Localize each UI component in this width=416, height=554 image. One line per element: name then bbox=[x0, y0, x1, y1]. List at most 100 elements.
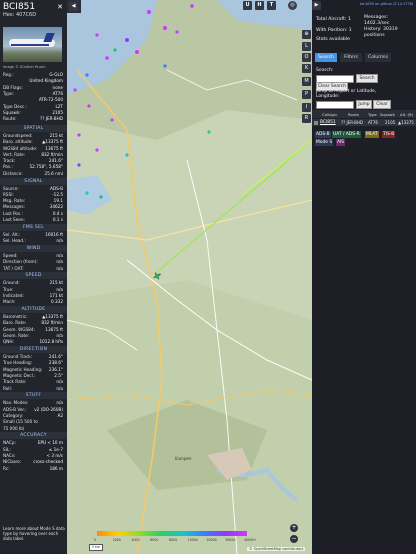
spatial-label: Pos.: bbox=[3, 164, 13, 170]
speed-value: n/a bbox=[56, 286, 63, 292]
row-callsign[interactable]: BCI851 bbox=[320, 119, 336, 126]
col-alt[interactable]: Alt. (ft) bbox=[400, 112, 413, 117]
section-direction[interactable]: DIRECTION bbox=[0, 346, 67, 353]
collapse-panel-button[interactable]: ▶ bbox=[312, 1, 321, 10]
details-label: Type: bbox=[3, 90, 15, 96]
accuracy-label: Rc: bbox=[3, 465, 10, 471]
tab-filters[interactable]: Filters bbox=[340, 53, 362, 62]
zoom-out-button[interactable]: − bbox=[290, 535, 298, 543]
table-row[interactable]: BCI851 ?? JER-BHD AT76 2105 ▲13375 bbox=[312, 119, 416, 126]
tab-search[interactable]: Search bbox=[315, 53, 337, 62]
details-value: United Kingdom bbox=[29, 78, 63, 84]
section-altitude[interactable]: ALTITUDE bbox=[0, 306, 67, 313]
stuff-value: n/a bbox=[56, 400, 63, 406]
signal-row: Msg. Rate: 19.1 bbox=[3, 198, 63, 204]
tab-columns[interactable]: Columns bbox=[365, 53, 391, 62]
details-value: G-GLO bbox=[49, 72, 63, 77]
section-accuracy[interactable]: ACCURACY bbox=[0, 432, 67, 440]
h-button[interactable]: H bbox=[255, 1, 264, 10]
details-row: Type Desc.: L2T bbox=[3, 104, 63, 110]
map-button-i[interactable]: I bbox=[302, 103, 311, 112]
section-speed[interactable]: SPEED bbox=[0, 272, 67, 280]
map-button-k[interactable]: K bbox=[302, 64, 311, 73]
speed-label: Indicated: bbox=[3, 292, 24, 298]
section-fms[interactable]: FMS SEL bbox=[0, 223, 67, 231]
rotate-icon[interactable]: ⊕ bbox=[302, 30, 311, 39]
direction-row: Ground Track: 241.6° bbox=[3, 354, 63, 360]
signal-label: Messages: bbox=[3, 204, 25, 210]
altitude-value: 13675 ft bbox=[45, 326, 63, 332]
details-label: Reg.: bbox=[3, 72, 14, 77]
direction-label: Ground Track: bbox=[3, 354, 33, 359]
photo-credit: Image © Günther Rusch bbox=[3, 65, 46, 69]
details-label: DB Flags: bbox=[3, 84, 23, 90]
jump-label: Jump to Airport or Latitude, Longitude: bbox=[316, 89, 377, 99]
direction-label: Magnetic Heading: bbox=[3, 366, 43, 372]
details-row: United Kingdom bbox=[3, 78, 63, 84]
map-button-r[interactable]: R bbox=[302, 114, 311, 123]
altitude-row: Barometric: ▲13375 ft bbox=[3, 314, 63, 320]
stuff-value: A2 bbox=[57, 412, 63, 418]
accuracy-label: NACv: bbox=[3, 452, 16, 458]
wind-value: n/a bbox=[56, 265, 63, 271]
t-button[interactable]: T bbox=[267, 1, 276, 10]
search-label: Search: bbox=[316, 68, 334, 73]
speed-row: Ground: 215 kt bbox=[3, 280, 63, 286]
search-button[interactable]: Search bbox=[356, 74, 378, 83]
zoom-in-button[interactable]: + bbox=[290, 524, 298, 532]
accuracy-row: SIL: ≤ 1e-7 bbox=[3, 447, 63, 453]
direction-row: Roll: n/a bbox=[3, 386, 63, 392]
jump-button[interactable]: Jump bbox=[356, 100, 372, 109]
section-spatial[interactable]: SPATIAL bbox=[0, 124, 67, 132]
direction-label: Track Rate: bbox=[3, 379, 27, 385]
legend-tick: 4000 bbox=[131, 538, 140, 542]
github-link[interactable]: tar1090 on github (3.14.1776) bbox=[360, 2, 413, 6]
spatial-value: 215 kt bbox=[49, 132, 63, 138]
col-squawk[interactable]: Squawk bbox=[380, 112, 395, 117]
col-type[interactable]: Type bbox=[368, 112, 377, 117]
osm-attribution[interactable]: © OpenStreetMap contributors bbox=[247, 547, 306, 551]
messages-rate: Messages: 1402.3/sec bbox=[364, 15, 390, 26]
signal-label: Last Seen: bbox=[3, 217, 25, 222]
map-button-m[interactable]: M bbox=[302, 77, 311, 86]
direction-value: 236.1° bbox=[48, 366, 63, 372]
spatial-label: Vert. Rate: bbox=[3, 151, 26, 157]
accuracy-value: cross-checked bbox=[33, 459, 63, 465]
details-label: Type Desc.: bbox=[3, 103, 27, 109]
details-value: none bbox=[52, 84, 63, 90]
map-canvas[interactable] bbox=[67, 0, 312, 554]
legend-tick: 6000 bbox=[150, 538, 159, 542]
reset-view-icon[interactable]: ◎ bbox=[288, 1, 297, 10]
section-wind[interactable]: WIND bbox=[0, 244, 67, 252]
section-signal[interactable]: SIGNAL bbox=[0, 177, 67, 185]
col-route[interactable]: Route bbox=[348, 112, 359, 117]
map-button-l[interactable]: L bbox=[302, 42, 311, 51]
clear-jump-button[interactable]: Clear bbox=[373, 100, 391, 109]
col-callsign[interactable]: Callsign bbox=[322, 112, 337, 117]
altitude-label: Geom. WGS84: bbox=[3, 326, 35, 332]
details-row: Type: AT76 bbox=[3, 91, 63, 97]
chip-tisb: TIS-B bbox=[382, 131, 396, 138]
map-view[interactable]: ◀ U H T ◎ ⊕ LOKMPIR 5 km 0 2000 4000 6000 80… bbox=[67, 0, 312, 554]
details-value: ATR-72-500 bbox=[38, 97, 63, 103]
spatial-value: 52.758°, 5.658° bbox=[29, 164, 64, 170]
jump-input[interactable] bbox=[316, 101, 354, 109]
spatial-value: 25.6 nmi bbox=[44, 170, 63, 176]
map-button-o[interactable]: O bbox=[302, 53, 311, 62]
aircraft-photo[interactable] bbox=[3, 27, 62, 62]
stats-link[interactable]: Stats available bbox=[316, 37, 350, 43]
sidebar-toggle-button[interactable]: ◀ bbox=[69, 2, 78, 11]
accuracy-label: SIL: bbox=[3, 446, 11, 452]
altitude-row: Geom. WGS84: 13675 ft bbox=[3, 327, 63, 333]
history-positions: History: 30319 positions bbox=[364, 27, 398, 38]
direction-label: Magnetic Decl.: bbox=[3, 372, 36, 378]
signal-label: RSSI: bbox=[3, 191, 14, 197]
u-button[interactable]: U bbox=[243, 1, 252, 10]
map-button-p[interactable]: P bbox=[302, 90, 311, 99]
spatial-label: Distance: bbox=[3, 170, 23, 176]
section-stuff[interactable]: STUFF bbox=[0, 392, 67, 400]
close-icon[interactable]: ✕ bbox=[56, 3, 64, 11]
altitude-value: 832 ft/min bbox=[41, 320, 63, 326]
details-value: AT76 bbox=[52, 90, 63, 96]
direction-value: n/a bbox=[56, 379, 63, 385]
